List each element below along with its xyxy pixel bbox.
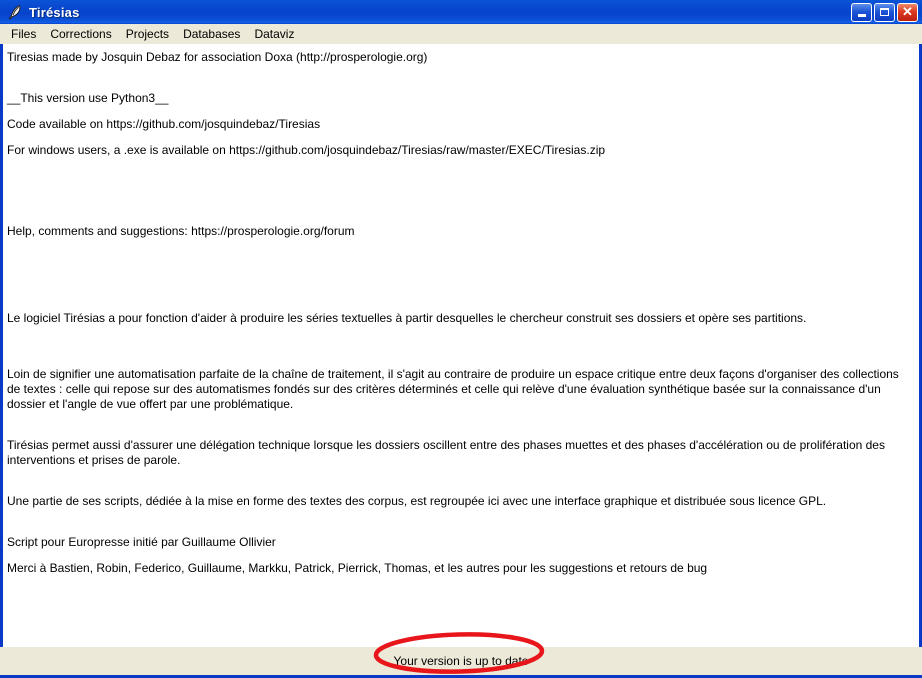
credit-line: Tiresias made by Josquin Debaz for assoc… bbox=[7, 50, 428, 64]
status-badge: Your version is up to date bbox=[393, 654, 529, 668]
about-document: Tiresias made by Josquin Debaz for assoc… bbox=[3, 44, 919, 576]
window-title: Tirésias bbox=[29, 4, 80, 20]
title-bar: Tirésias ✕ bbox=[0, 0, 922, 24]
maximize-icon bbox=[880, 8, 889, 16]
application-window: Tirésias ✕ Files Corrections Projects Da… bbox=[0, 0, 922, 678]
menu-item-files[interactable]: Files bbox=[4, 25, 43, 43]
paragraph-purpose: Le logiciel Tirésias a pour fonction d'a… bbox=[7, 311, 807, 325]
close-icon: ✕ bbox=[902, 4, 913, 19]
minimize-button[interactable] bbox=[851, 2, 872, 22]
menu-item-databases[interactable]: Databases bbox=[176, 25, 247, 43]
thanks-line: Merci à Bastien, Robin, Federico, Guilla… bbox=[7, 561, 708, 575]
window-controls: ✕ bbox=[851, 2, 922, 22]
paragraph-critical-space: Loin de signifier une automatisation par… bbox=[7, 367, 899, 411]
menu-item-projects[interactable]: Projects bbox=[119, 25, 176, 43]
script-author-line: Script pour Europresse initié par Guilla… bbox=[7, 535, 276, 549]
about-text-panel: Tiresias made by Josquin Debaz for assoc… bbox=[3, 44, 919, 647]
menu-item-dataviz[interactable]: Dataviz bbox=[247, 25, 301, 43]
menu-item-corrections[interactable]: Corrections bbox=[43, 25, 118, 43]
paragraph-scripts-gpl: Une partie de ses scripts, dédiée à la m… bbox=[7, 494, 827, 508]
windows-exe-line: For windows users, a .exe is available o… bbox=[7, 143, 606, 157]
quill-pen-icon bbox=[6, 3, 24, 21]
help-line: Help, comments and suggestions: https://… bbox=[7, 224, 355, 238]
paragraph-delegation: Tirésias permet aussi d'assurer une délé… bbox=[7, 438, 885, 467]
menu-bar: Files Corrections Projects Databases Dat… bbox=[0, 24, 922, 44]
code-repository-line: Code available on https://github.com/jos… bbox=[7, 117, 321, 131]
minimize-icon bbox=[857, 13, 866, 17]
close-button[interactable]: ✕ bbox=[897, 2, 918, 22]
python-version-line: __This version use Python3__ bbox=[7, 91, 169, 105]
status-bar: Your version is up to date bbox=[0, 632, 922, 675]
maximize-button[interactable] bbox=[874, 2, 895, 22]
